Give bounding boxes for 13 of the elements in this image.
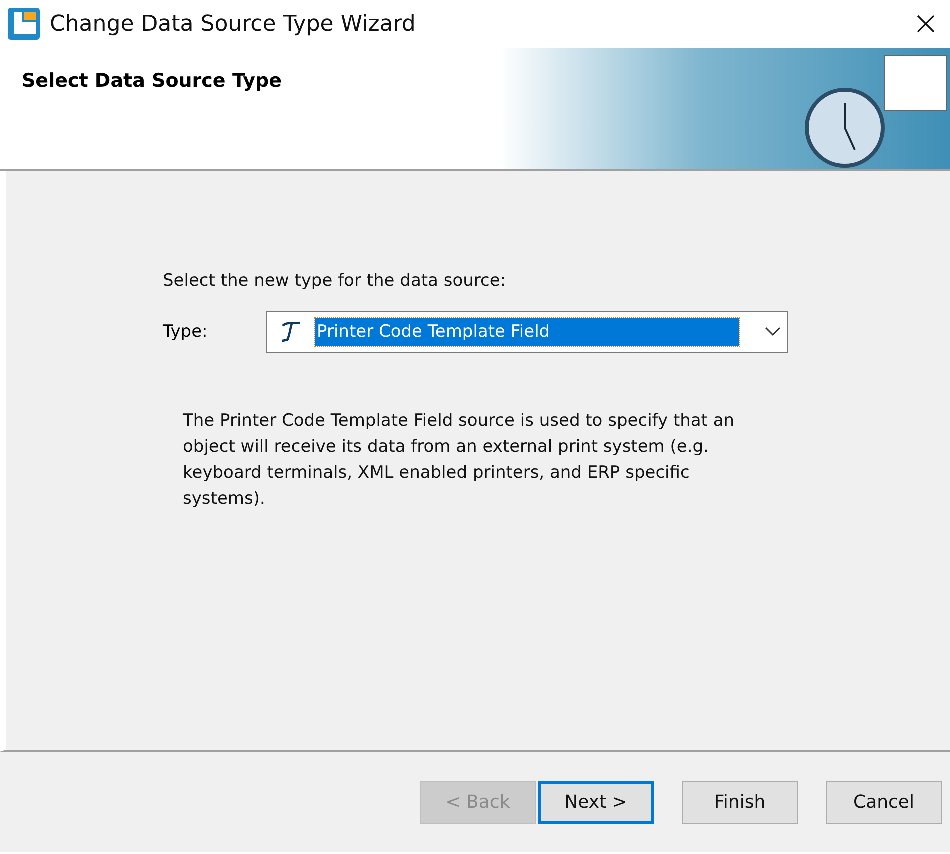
prompt-text: Select the new type for the data source: xyxy=(163,271,508,291)
wizard-button[interactable]: Cancel xyxy=(826,780,942,824)
wizard-button[interactable]: Next > xyxy=(538,780,654,824)
description-text: The Printer Code Template Field source is used to specify that an object will receive its data from an external print system (e.g. keyboard terminals, XML enabled printers, and ERP specific systems). xyxy=(183,410,736,511)
type-label: Type: xyxy=(163,322,209,342)
type-dropdown[interactable]: Printer Code Template Field xyxy=(266,311,788,353)
template-icon xyxy=(279,320,303,344)
close-icon[interactable] xyxy=(916,14,936,34)
page-title: Select Data Source Type xyxy=(21,69,282,92)
app-logo-icon xyxy=(8,8,40,40)
window-title: Change Data Source Type Wizard xyxy=(50,12,417,36)
chevron-down-icon xyxy=(765,327,781,337)
wizard-button[interactable]: Finish xyxy=(682,780,798,824)
